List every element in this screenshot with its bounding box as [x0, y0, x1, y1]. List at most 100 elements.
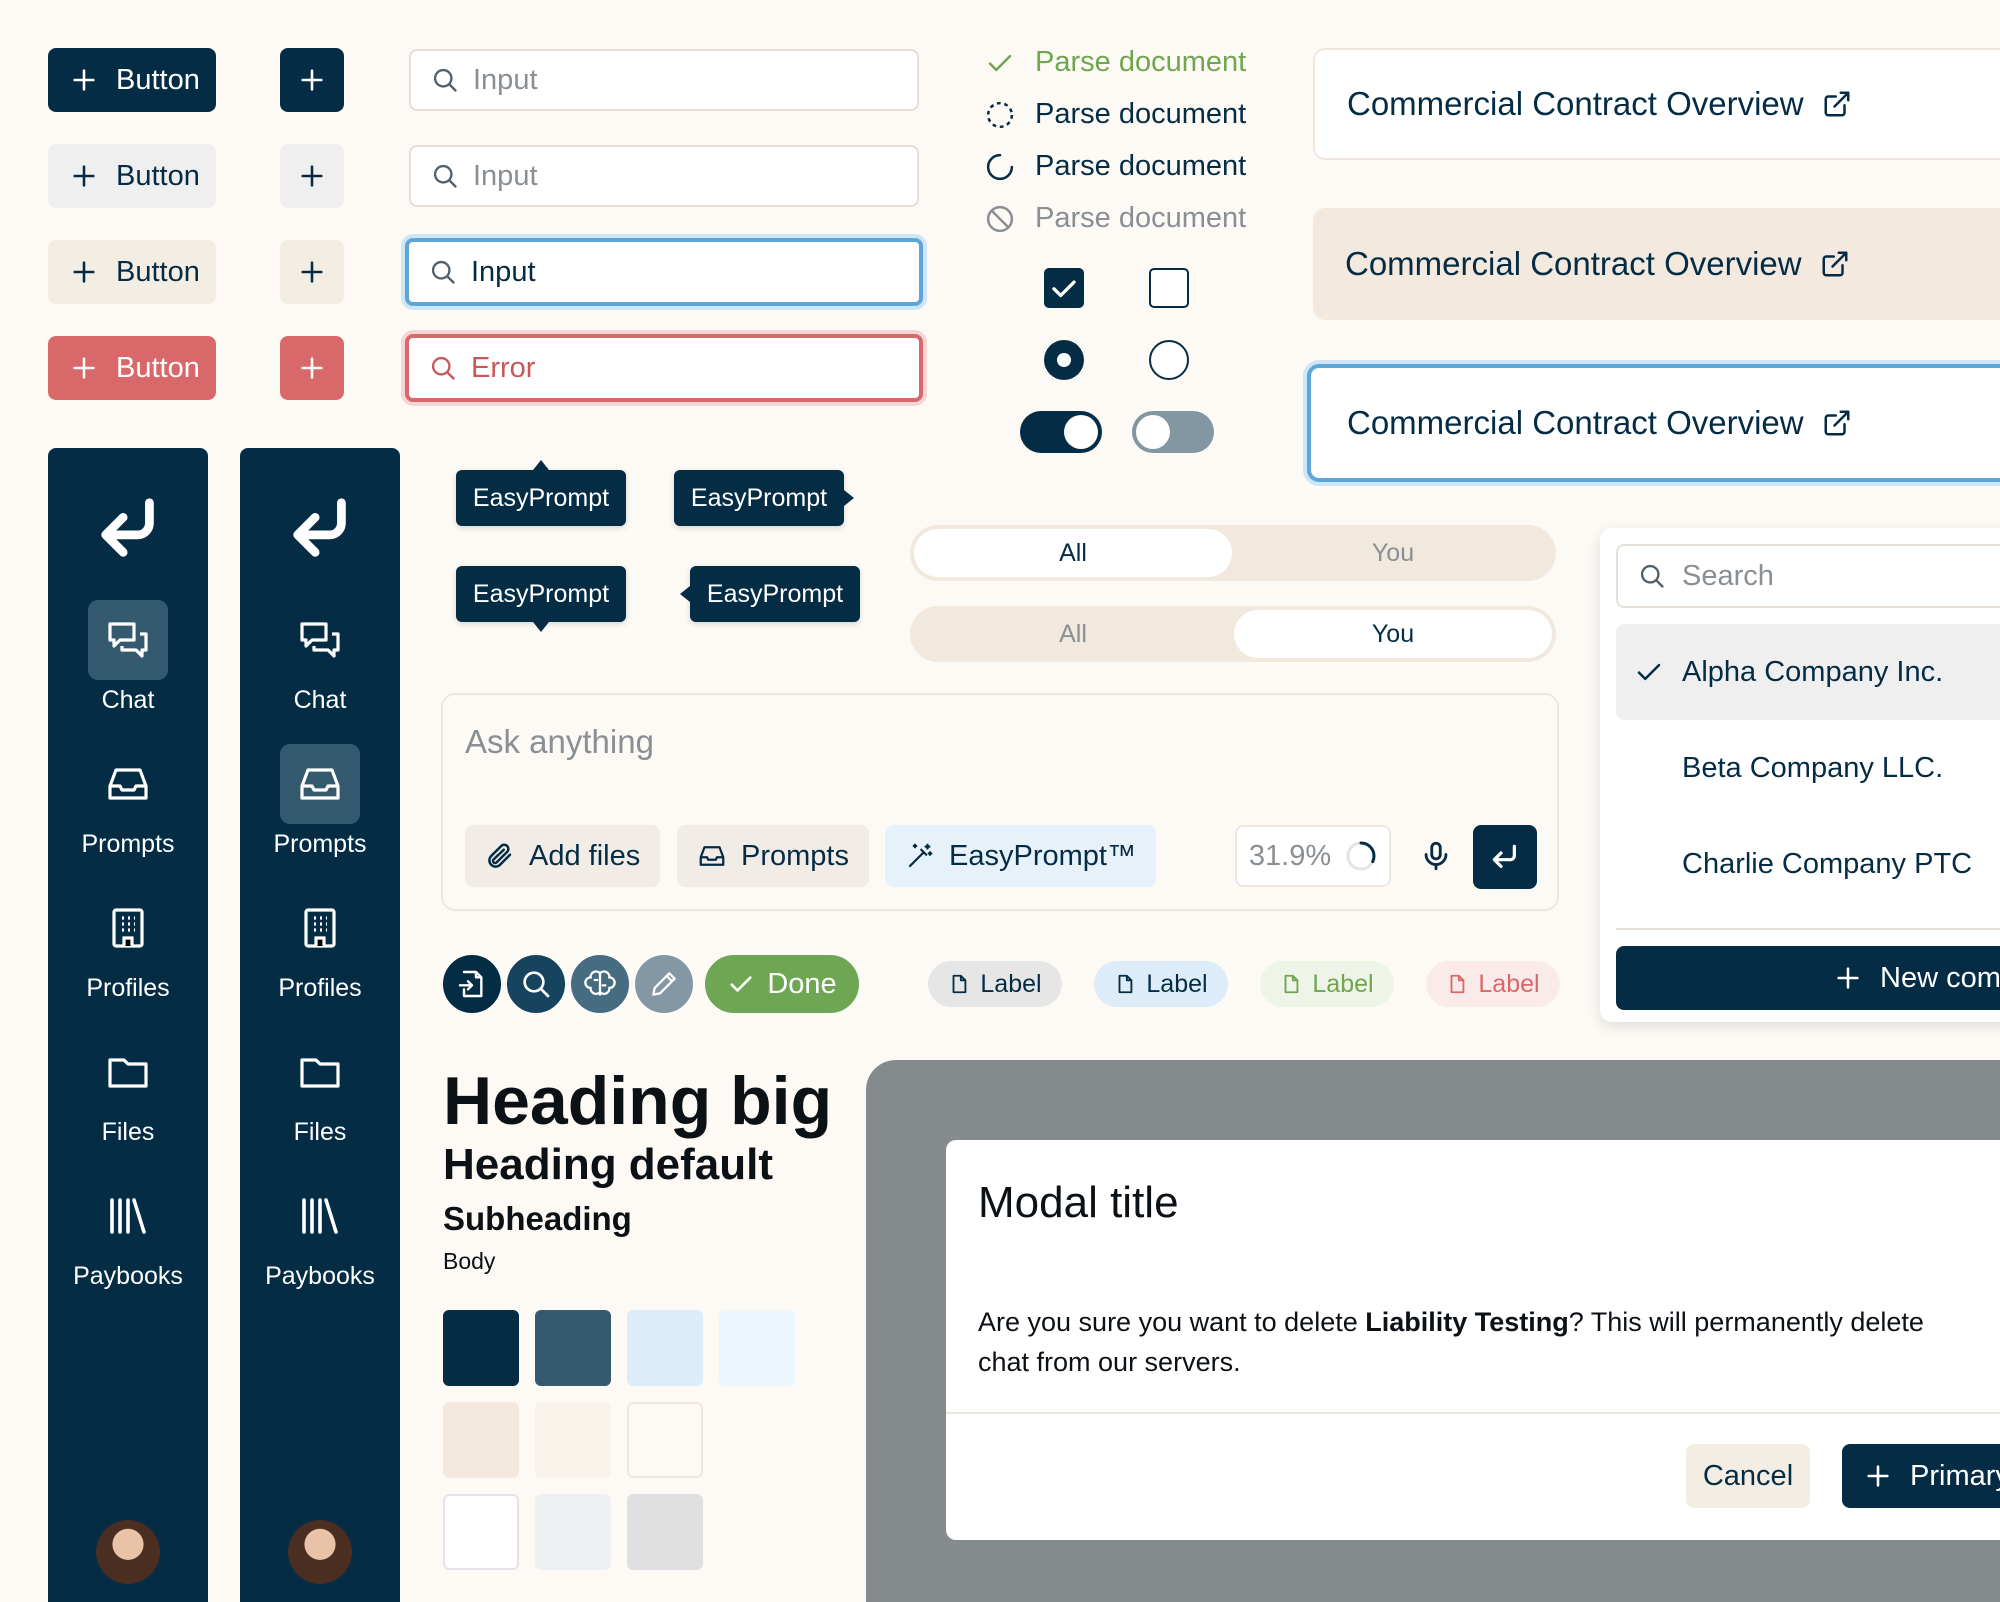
return-icon	[1492, 844, 1516, 868]
label-neutral: Label	[928, 961, 1062, 1007]
danger-button-label: Button	[116, 351, 200, 384]
status-disabled: Parse document	[985, 202, 1246, 235]
inbox-icon	[88, 744, 168, 824]
sidebar-item-label: Paybooks	[73, 1262, 183, 1290]
tooltip-text: EasyPrompt	[690, 483, 828, 512]
input-value: Input	[471, 255, 536, 288]
document-card-default[interactable]: Commercial Contract Overview	[1313, 48, 2000, 160]
toggle-off[interactable]	[1132, 411, 1214, 453]
plus-icon	[301, 165, 323, 187]
color-swatch	[627, 1402, 703, 1478]
brain-icon	[584, 970, 616, 996]
color-swatch	[535, 1494, 611, 1570]
cancel-button[interactable]: Cancel	[1686, 1444, 1810, 1508]
secondary-button[interactable]: Button	[48, 144, 216, 208]
avatar[interactable]	[96, 1520, 160, 1584]
document-card-focused[interactable]: Commercial Contract Overview	[1307, 364, 2000, 482]
tertiary-button[interactable]: Button	[48, 240, 216, 304]
radio-selected[interactable]	[1044, 340, 1084, 380]
tertiary-icon-button[interactable]	[280, 240, 344, 304]
sidebar-item-label: Profiles	[278, 974, 362, 1002]
dropdown-search-input[interactable]: Search	[1616, 544, 2000, 608]
easyprompt-button[interactable]: EasyPrompt™	[885, 825, 1156, 887]
step-search	[504, 952, 568, 1016]
search-input-hover[interactable]: Input	[409, 145, 919, 207]
label-text: Label	[1146, 969, 1208, 998]
heading-default: Heading default	[443, 1140, 774, 1189]
sidebar-item-chat[interactable]: Chat	[240, 600, 400, 715]
external-link-icon	[1822, 251, 1848, 277]
dropdown-option[interactable]: Charlie Company PTC	[1616, 816, 2000, 912]
sidebar-item-chat[interactable]: Chat	[48, 600, 208, 715]
tooltip-arrow	[533, 460, 549, 470]
dropdown-option[interactable]: Beta Company LLC.	[1616, 720, 2000, 816]
ban-icon	[986, 205, 1014, 232]
modal-body: Are you sure you want to delete Liabilit…	[978, 1302, 2000, 1382]
composer-input[interactable]: Ask anything	[465, 723, 654, 761]
primary-icon-button[interactable]	[280, 48, 344, 112]
check-icon	[1052, 280, 1076, 298]
segment-you[interactable]: You	[1234, 529, 1552, 577]
file-icon	[952, 974, 967, 994]
sidebar-item-label: Files	[293, 1118, 347, 1146]
external-link-icon	[1824, 410, 1850, 436]
add-files-button[interactable]: Add files	[465, 825, 661, 887]
search-icon	[431, 260, 455, 284]
sidebar-item-profiles[interactable]: Profiles	[48, 888, 208, 1003]
sidebar-item-files[interactable]: Files	[240, 1032, 400, 1147]
segment-you[interactable]: You	[1234, 610, 1552, 658]
pending-icon	[986, 101, 1014, 128]
document-card-hover[interactable]: Commercial Contract Overview	[1313, 208, 2000, 320]
toggle-on[interactable]	[1020, 411, 1102, 453]
primary-button[interactable]: Button	[48, 48, 216, 112]
card-title: Commercial Contract Overview	[1345, 245, 1802, 282]
prompts-button[interactable]: Prompts	[677, 825, 869, 887]
sidebar-item-paybooks[interactable]: Paybooks	[48, 1176, 208, 1291]
label-text: Label	[1312, 969, 1374, 998]
send-button[interactable]	[1473, 825, 1537, 889]
avatar[interactable]	[288, 1520, 352, 1584]
status-done: Parse document	[985, 46, 1246, 79]
sidebar-item-prompts[interactable]: Prompts	[48, 744, 208, 859]
step-brain	[568, 952, 632, 1016]
sidebar-item-profiles[interactable]: Profiles	[240, 888, 400, 1003]
plus-icon	[73, 357, 95, 379]
label-success: Label	[1260, 961, 1394, 1007]
chat-icon	[88, 600, 168, 680]
checkbox-unchecked[interactable]	[1149, 268, 1189, 308]
search-input-default[interactable]: Input	[409, 49, 919, 111]
input-placeholder: Input	[473, 63, 538, 96]
sidebar-item-paybooks[interactable]: Paybooks	[240, 1176, 400, 1291]
sidebar-item-prompts[interactable]: Prompts	[240, 744, 400, 859]
tooltip-arrow	[533, 622, 549, 632]
danger-icon-button[interactable]	[280, 336, 344, 400]
tooltip-text: EasyPrompt	[472, 579, 610, 608]
sidebar-item-files[interactable]: Files	[48, 1032, 208, 1147]
input-placeholder: Input	[473, 159, 538, 192]
microphone-icon[interactable]	[1419, 839, 1453, 873]
dropdown-search-placeholder: Search	[1682, 559, 1774, 592]
secondary-icon-button[interactable]	[280, 144, 344, 208]
dropdown-option-selected[interactable]: Alpha Company Inc.	[1616, 624, 2000, 720]
checkbox-checked[interactable]	[1044, 268, 1084, 308]
new-company-button[interactable]: New com	[1616, 946, 2000, 1010]
tooltip-right: EasyPrompt	[674, 470, 854, 526]
plus-icon	[301, 261, 323, 283]
segment-all[interactable]: All	[914, 610, 1232, 658]
add-files-label: Add files	[529, 839, 641, 872]
primary-button-label: Button	[116, 63, 200, 96]
radio-unselected[interactable]	[1149, 340, 1189, 380]
toggle-knob	[1064, 415, 1098, 449]
toggle-knob	[1136, 415, 1170, 449]
danger-button[interactable]: Button	[48, 336, 216, 400]
plus-icon	[73, 261, 95, 283]
new-company-label: New com	[1880, 961, 2000, 994]
primary-button[interactable]: Primary	[1842, 1444, 2000, 1508]
color-swatch	[627, 1310, 703, 1386]
search-input-focused[interactable]: Input	[405, 238, 923, 306]
dropdown-option-label: Alpha Company Inc.	[1682, 655, 1944, 688]
segment-all[interactable]: All	[914, 529, 1232, 577]
external-link-icon	[1824, 91, 1850, 117]
return-logo-icon	[293, 498, 346, 557]
search-input-error[interactable]: Error	[405, 334, 923, 402]
